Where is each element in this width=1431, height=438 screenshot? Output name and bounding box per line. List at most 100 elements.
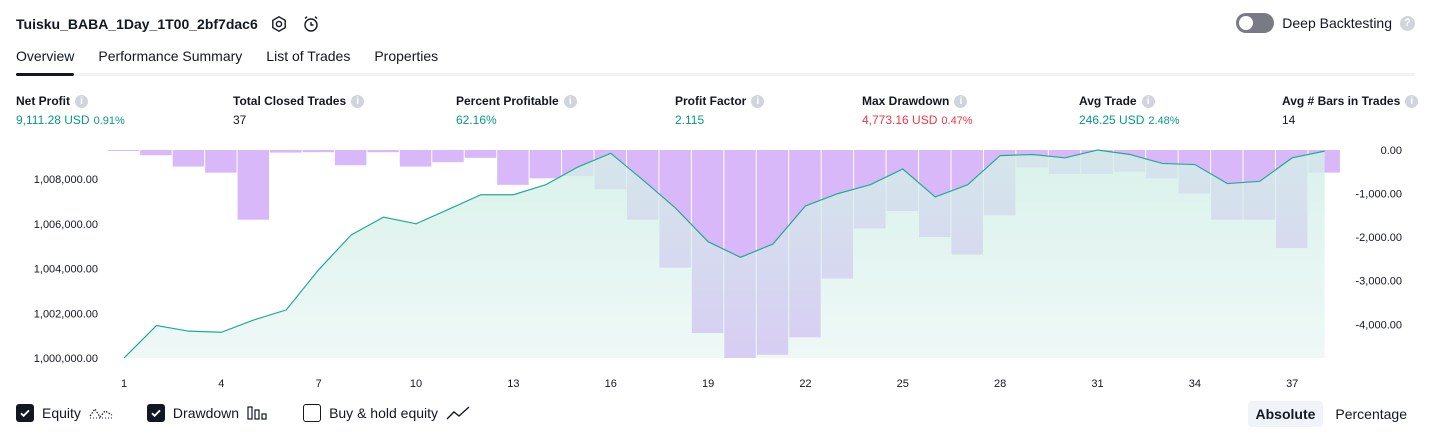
percentage-button[interactable]: Percentage bbox=[1327, 401, 1415, 427]
drawdown-bars-icon bbox=[247, 405, 269, 421]
alarm-clock-icon[interactable] bbox=[300, 13, 322, 35]
trend-line-icon bbox=[446, 405, 470, 421]
drawdown-bar bbox=[302, 150, 334, 153]
drawdown-bar bbox=[270, 150, 302, 153]
metric-profit-factor: Profit Factor i 2.115 bbox=[675, 94, 765, 127]
tab-performance-summary[interactable]: Performance Summary bbox=[98, 48, 242, 76]
metric-total-closed-trades: Total Closed Trades i 37 bbox=[233, 94, 365, 127]
x-axis-tick-label: 1 bbox=[121, 378, 127, 390]
legend-drawdown[interactable]: Drawdown bbox=[146, 404, 269, 422]
right-axis-tick-label: -3,000.00 bbox=[1356, 276, 1402, 288]
deep-backtesting: Deep Backtesting ? bbox=[1236, 13, 1415, 33]
right-axis-tick-label: 0.00 bbox=[1381, 145, 1402, 157]
metric-label: Avg # Bars in Trades bbox=[1282, 94, 1401, 108]
drawdown-bar bbox=[334, 150, 367, 166]
x-axis-tick-label: 4 bbox=[218, 378, 224, 390]
metric-avg-trade: Avg Trade i 246.25 USD 2.48% bbox=[1079, 94, 1180, 127]
scale-mode-switch: Absolute Percentage bbox=[1247, 401, 1416, 427]
metric-label: Avg Trade bbox=[1079, 94, 1137, 108]
header: Tuisku_BABA_1Day_1T00_2bf7dac6 bbox=[16, 12, 322, 36]
metric-value: 246.25 USD bbox=[1079, 113, 1145, 127]
buy-hold-checkbox[interactable] bbox=[303, 404, 322, 422]
equity-line-icon bbox=[89, 405, 113, 421]
left-axis-tick-label: 1,000,000.00 bbox=[34, 353, 98, 365]
legend-drawdown-label: Drawdown bbox=[172, 405, 240, 421]
metric-value: 9,111.28 USD bbox=[16, 113, 90, 127]
right-axis-tick-label: -4,000.00 bbox=[1356, 319, 1402, 331]
metric-avg-bars: Avg # Bars in Trades i 14 bbox=[1282, 94, 1419, 127]
metric-net-profit: Net Profit i 9,111.28 USD 0.91% bbox=[16, 94, 125, 127]
equity-drawdown-chart[interactable]: 1,000,000.00 1,002,000.00 1,004,000.00 1,00… bbox=[0, 140, 1431, 396]
legend-buy-hold-label: Buy & hold equity bbox=[329, 405, 439, 421]
legend-equity-label: Equity bbox=[42, 405, 81, 421]
drawdown-bar bbox=[432, 150, 464, 163]
info-icon[interactable]: i bbox=[563, 94, 577, 108]
drawdown-checkbox[interactable] bbox=[146, 404, 165, 422]
legend-buy-hold[interactable]: Buy & hold equity bbox=[303, 404, 470, 422]
metric-value: 37 bbox=[233, 113, 247, 127]
metrics-row: Net Profit i 9,111.28 USD 0.91% Total Clos… bbox=[16, 94, 1419, 134]
left-axis-tick-label: 1,004,000.00 bbox=[34, 264, 98, 276]
metric-label: Percent Profitable bbox=[456, 94, 559, 108]
tab-overview[interactable]: Overview bbox=[16, 48, 75, 76]
metric-label: Net Profit bbox=[16, 94, 70, 108]
left-axis-tick-label: 1,006,000.00 bbox=[34, 219, 98, 231]
metric-percent: 0.47% bbox=[941, 115, 973, 127]
x-axis-tick-label: 10 bbox=[410, 378, 422, 390]
right-axis-tick-label: -2,000.00 bbox=[1356, 232, 1402, 244]
left-axis-tick-label: 1,002,000.00 bbox=[34, 308, 98, 320]
tab-bar: Overview Performance Summary List of Tra… bbox=[16, 48, 438, 76]
metric-percent: 0.91% bbox=[93, 115, 125, 127]
metric-value: 2.115 bbox=[675, 113, 705, 127]
metric-label: Total Closed Trades bbox=[233, 94, 347, 108]
right-axis-tick-label: -1,000.00 bbox=[1356, 189, 1402, 201]
info-icon[interactable]: i bbox=[751, 94, 765, 108]
drawdown-bar bbox=[107, 150, 140, 151]
x-axis-tick-label: 7 bbox=[316, 378, 322, 390]
drawdown-bar bbox=[497, 150, 529, 185]
x-axis-tick-label: 34 bbox=[1189, 378, 1201, 390]
absolute-button[interactable]: Absolute bbox=[1247, 401, 1324, 427]
tab-properties[interactable]: Properties bbox=[374, 48, 438, 76]
x-axis-tick-label: 37 bbox=[1286, 378, 1298, 390]
x-axis-tick-label: 22 bbox=[799, 378, 811, 390]
x-axis-tick-label: 19 bbox=[702, 378, 714, 390]
x-axis-tick-label: 28 bbox=[994, 378, 1006, 390]
info-icon[interactable]: i bbox=[1141, 94, 1155, 108]
drawdown-bar bbox=[140, 150, 172, 156]
x-axis-tick-label: 31 bbox=[1091, 378, 1103, 390]
deep-backtesting-toggle[interactable] bbox=[1236, 13, 1275, 33]
left-axis-tick-label: 1,008,000.00 bbox=[34, 174, 98, 186]
metric-value: 4,773.16 USD bbox=[862, 113, 938, 127]
deep-backtesting-label: Deep Backtesting bbox=[1282, 15, 1392, 31]
legend-equity[interactable]: Equity bbox=[16, 404, 113, 422]
x-axis-tick-label: 13 bbox=[507, 378, 519, 390]
info-icon[interactable]: i bbox=[954, 94, 968, 108]
drawdown-bar bbox=[367, 150, 399, 153]
metric-percent-profitable: Percent Profitable i 62.16% bbox=[456, 94, 577, 127]
metric-value: 62.16% bbox=[456, 113, 497, 127]
info-icon[interactable]: i bbox=[1405, 94, 1419, 108]
metric-max-drawdown: Max Drawdown i 4,773.16 USD 0.47% bbox=[862, 94, 973, 127]
equity-area bbox=[124, 150, 1325, 358]
drawdown-bar bbox=[529, 150, 562, 179]
x-axis-tick-label: 25 bbox=[897, 378, 909, 390]
drawdown-bar bbox=[237, 150, 270, 220]
info-icon[interactable]: i bbox=[75, 94, 88, 108]
metric-value: 14 bbox=[1282, 113, 1296, 127]
equity-checkbox[interactable] bbox=[16, 404, 34, 422]
drawdown-bar bbox=[172, 150, 205, 167]
drawdown-bar bbox=[464, 150, 497, 158]
x-axis-tick-label: 16 bbox=[605, 378, 617, 390]
settings-icon[interactable] bbox=[268, 13, 290, 35]
drawdown-bar bbox=[399, 150, 432, 167]
metric-label: Profit Factor bbox=[675, 94, 747, 108]
help-icon[interactable]: ? bbox=[1400, 15, 1415, 31]
info-icon[interactable]: i bbox=[351, 94, 365, 108]
chart-legend: Equity Drawdown Buy & hold equity bbox=[16, 404, 470, 422]
metric-label: Max Drawdown bbox=[862, 94, 950, 108]
tab-list-of-trades[interactable]: List of Trades bbox=[266, 48, 350, 76]
drawdown-bar bbox=[205, 150, 237, 173]
metric-percent: 2.48% bbox=[1148, 115, 1180, 127]
strategy-title: Tuisku_BABA_1Day_1T00_2bf7dac6 bbox=[16, 16, 258, 32]
